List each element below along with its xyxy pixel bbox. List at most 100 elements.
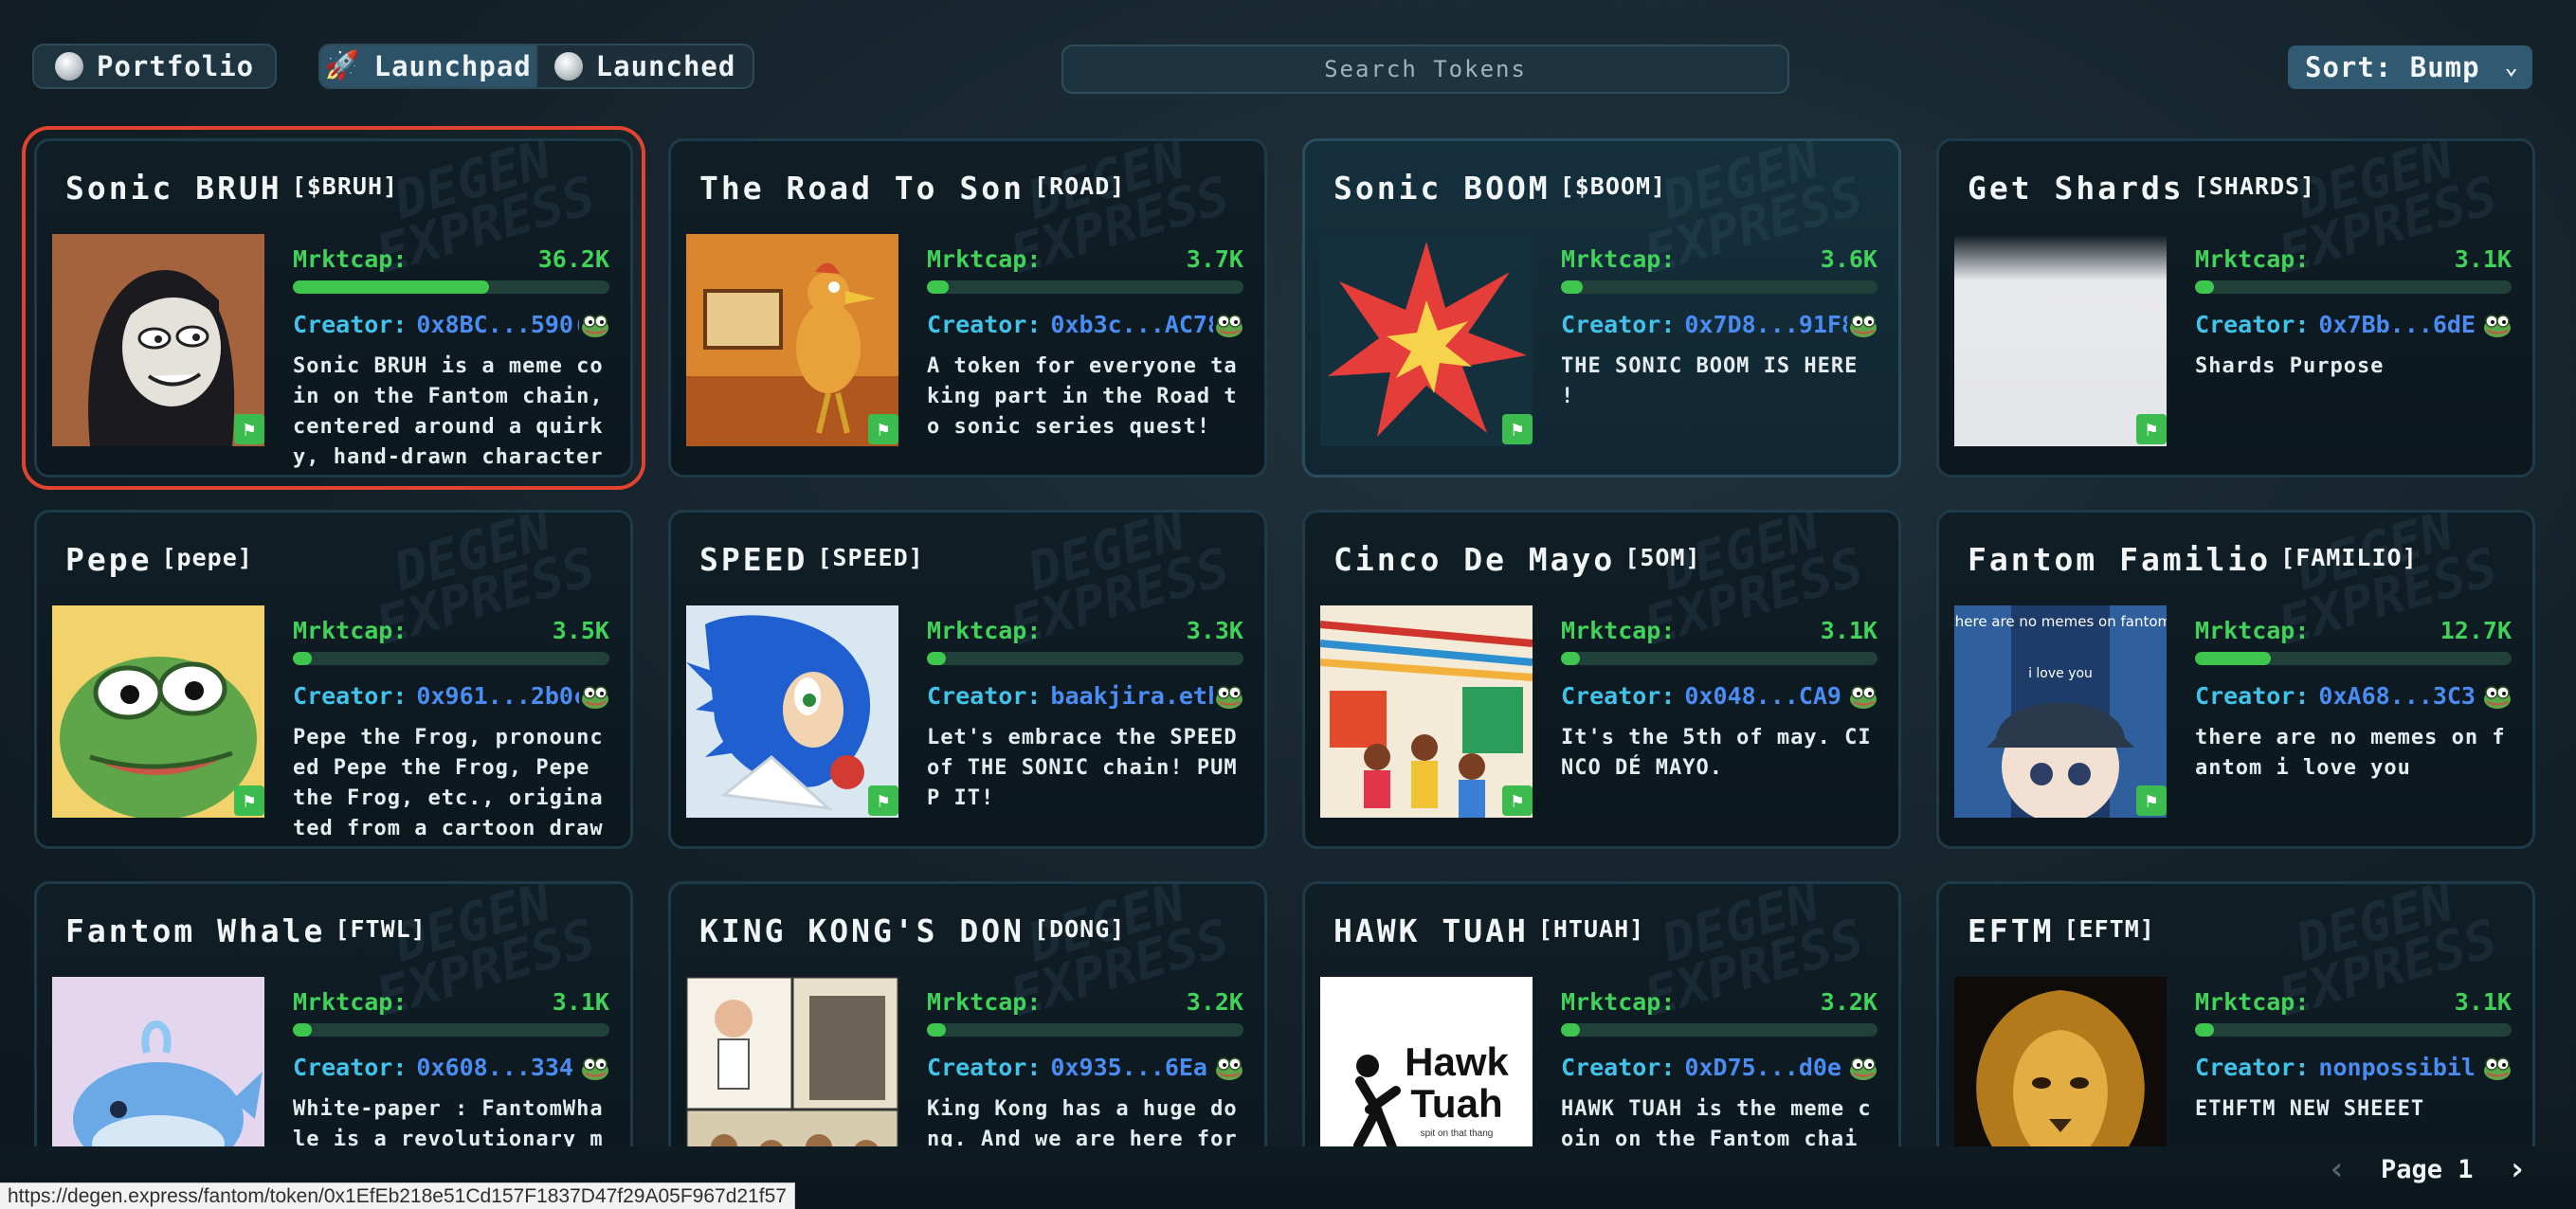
next-page-icon[interactable]: › — [2508, 1150, 2527, 1188]
bonding-progress-fill — [1561, 652, 1581, 665]
token-card[interactable]: DEGEN EXPRESS SPEED [SPEED] ⚑ Mrktcap: 3.3K Cr… — [668, 510, 1267, 849]
token-card[interactable]: DEGEN EXPRESS Pepe [pepe] ⚑ Mrktcap: 3.5K Crea… — [34, 510, 633, 849]
creator-row: Creator: baakjira.eth — [927, 682, 1243, 710]
token-ticker: [SHARDS] — [2193, 172, 2316, 200]
creator-address-link[interactable]: 0x935...6Ea — [1050, 1054, 1213, 1081]
bonding-progress-fill — [293, 280, 490, 294]
token-description: White-paper : FantomWhale is a revolutio… — [293, 1097, 604, 1146]
token-title: HAWK TUAH [HTUAH] — [1333, 912, 1644, 949]
token-image[interactable] — [686, 234, 898, 446]
bonding-progress-fill — [2195, 652, 2272, 665]
token-image[interactable] — [686, 977, 898, 1146]
market-cap-value: 3.1K — [552, 988, 609, 1016]
token-title: Sonic BOOM [$BOOM] — [1333, 170, 1666, 207]
token-title: Fantom Whale [FTWL] — [65, 912, 426, 949]
creator-address-link[interactable]: 0x961...2b0c — [416, 682, 579, 710]
token-card[interactable]: DEGEN EXPRESS The Road To Son [ROAD] ⚑ Mrktc… — [668, 138, 1267, 478]
token-name: Get Shards — [1968, 170, 2185, 207]
creator-address-link[interactable]: nonpossibil — [2318, 1054, 2481, 1081]
bonding-progress-fill — [2195, 1023, 2215, 1037]
market-cap-value: 3.3K — [1186, 617, 1243, 644]
page-indicator: Page 1 — [2380, 1154, 2474, 1184]
creator-row: Creator: 0x961...2b0c — [293, 682, 609, 710]
token-name: Pepe — [65, 541, 153, 578]
creator-address-link[interactable]: 0x8BC...590( — [416, 311, 579, 338]
token-image[interactable] — [1320, 605, 1533, 818]
token-card[interactable]: DEGEN EXPRESS Fantom Familio [FAMILIO] ther… — [1936, 510, 2535, 849]
token-ticker: [EFTM] — [2063, 915, 2155, 943]
token-description: there are no memes on fantom i love you — [2195, 726, 2506, 780]
token-card[interactable]: DEGEN EXPRESS Get Shards [SHARDS] ⚑ Mrktcap:… — [1936, 138, 2535, 478]
token-ticker: [FAMILIO] — [2280, 544, 2418, 571]
flag-icon: ⚑ — [868, 785, 898, 816]
creator-address-link[interactable]: 0x7Bb...6dE — [2318, 311, 2481, 338]
creator-address-link[interactable]: 0x7D8...91F8 — [1684, 311, 1847, 338]
market-cap-row: Mrktcap: 3.5K — [293, 617, 609, 644]
token-card[interactable]: DEGEN EXPRESS HAWK TUAH [HTUAH] Hawk Tuah spi… — [1302, 881, 1901, 1146]
flag-icon: ⚑ — [2136, 414, 2167, 444]
token-image[interactable]: Hawk Tuah spit on that thang — [1320, 977, 1533, 1146]
bonding-progress-fill — [293, 1023, 313, 1037]
token-info: Mrktcap: 3.1K Creator: 0x608...334 White-pap… — [293, 988, 609, 1146]
token-description: THE SONIC BOOM IS HERE ! — [1561, 354, 1859, 408]
bonding-progress-bar — [2195, 652, 2512, 665]
bonding-progress-fill — [927, 652, 947, 665]
market-cap-value: 3.2K — [1820, 988, 1878, 1016]
token-card[interactable]: DEGEN EXPRESSEFTM[EFTM]⚑Mrktcap:3.1KCrea… — [1936, 881, 2535, 1146]
market-cap-label: Mrktcap: — [293, 245, 408, 273]
token-ticker: [5OM] — [1624, 544, 1701, 571]
prev-page-icon[interactable]: ‹ — [2327, 1150, 2346, 1188]
creator-address-link[interactable]: 0xb3c...AC78 — [1050, 311, 1213, 338]
bonding-progress-bar — [1561, 280, 1878, 294]
market-cap-label: Mrktcap: — [1561, 245, 1676, 273]
creator-address-link[interactable]: baakjira.eth — [1050, 682, 1213, 710]
token-card[interactable]: DEGEN EXPRESS Cinco De Mayo [5OM] ⚑ Mrktcap:… — [1302, 510, 1901, 849]
token-image[interactable] — [1954, 977, 2167, 1146]
token-image[interactable] — [1320, 234, 1533, 446]
token-title: EFTM [EFTM] — [1968, 912, 2155, 949]
token-ticker: [DONG] — [1034, 915, 1126, 943]
pepe-avatar-icon — [1850, 1056, 1877, 1080]
image-caption-2: Tuah — [1410, 1081, 1502, 1126]
creator-address-link[interactable]: 0x048...CA9 — [1684, 682, 1847, 710]
market-cap-value: 3.6K — [1820, 245, 1878, 273]
creator-label: Creator: — [293, 1054, 408, 1081]
bonding-progress-fill — [927, 1023, 947, 1037]
market-cap-value: 3.5K — [552, 617, 609, 644]
pepe-avatar-icon — [582, 685, 608, 709]
token-grid: DEGEN EXPRESS Sonic BRUH [$BRUH] ⚑ Mrktcap: 3… — [0, 0, 2576, 1146]
creator-row: Creator: 0xb3c...AC78 — [927, 311, 1243, 338]
token-image[interactable] — [1954, 234, 2167, 446]
flag-icon: ⚑ — [234, 785, 264, 816]
token-card[interactable]: DEGEN EXPRESSFantom Whale[FTWL]⚑Mrktcap:… — [34, 881, 633, 1146]
pepe-avatar-icon — [1850, 314, 1877, 337]
image-caption-1: Hawk — [1405, 1039, 1509, 1084]
creator-address-link[interactable]: 0xA68...3C3 — [2318, 682, 2481, 710]
token-image[interactable]: there are no memes on fantom i love you — [1954, 605, 2167, 818]
pepe-avatar-icon — [582, 1056, 608, 1080]
token-card[interactable]: DEGEN EXPRESSKING KONG'S DON[DONG]⚑Mrktc… — [668, 881, 1267, 1146]
flag-icon: ⚑ — [1502, 785, 1533, 816]
token-image[interactable] — [52, 605, 264, 818]
market-cap-row: Mrktcap: 3.1K — [1561, 617, 1878, 644]
token-name: Cinco De Mayo — [1333, 541, 1616, 578]
market-cap-label: Mrktcap: — [927, 617, 1042, 644]
market-cap-row: Mrktcap: 3.1K — [2195, 245, 2512, 273]
token-name: SPEED — [699, 541, 808, 578]
token-info: Mrktcap: 3.2K Creator: 0xD75...d0e HAWK TUAH… — [1561, 988, 1878, 1146]
market-cap-row: Mrktcap: 36.2K — [293, 245, 609, 273]
token-card[interactable]: DEGEN EXPRESS Sonic BRUH [$BRUH] ⚑ Mrktcap: 3… — [22, 126, 645, 490]
bonding-progress-fill — [2195, 280, 2215, 294]
creator-label: Creator: — [1561, 311, 1676, 338]
token-card[interactable]: DEGEN EXPRESS Sonic BOOM [$BOOM] ⚑ Mrktcap: 3… — [1302, 138, 1901, 478]
creator-address-link[interactable]: 0xD75...d0e — [1684, 1054, 1847, 1081]
token-image[interactable] — [686, 605, 898, 818]
token-ticker: [HTUAH] — [1537, 915, 1645, 943]
creator-address-link[interactable]: 0x608...334 — [416, 1054, 579, 1081]
token-description: HAWK TUAH is the meme coin on the Fantom… — [1561, 1097, 1872, 1146]
token-image[interactable] — [52, 234, 264, 446]
creator-row: Creator: 0x7Bb...6dE — [2195, 311, 2512, 338]
token-title: KING KONG'S DON [DONG] — [699, 912, 1125, 949]
token-name: HAWK TUAH — [1333, 912, 1529, 949]
token-image[interactable] — [52, 977, 264, 1146]
